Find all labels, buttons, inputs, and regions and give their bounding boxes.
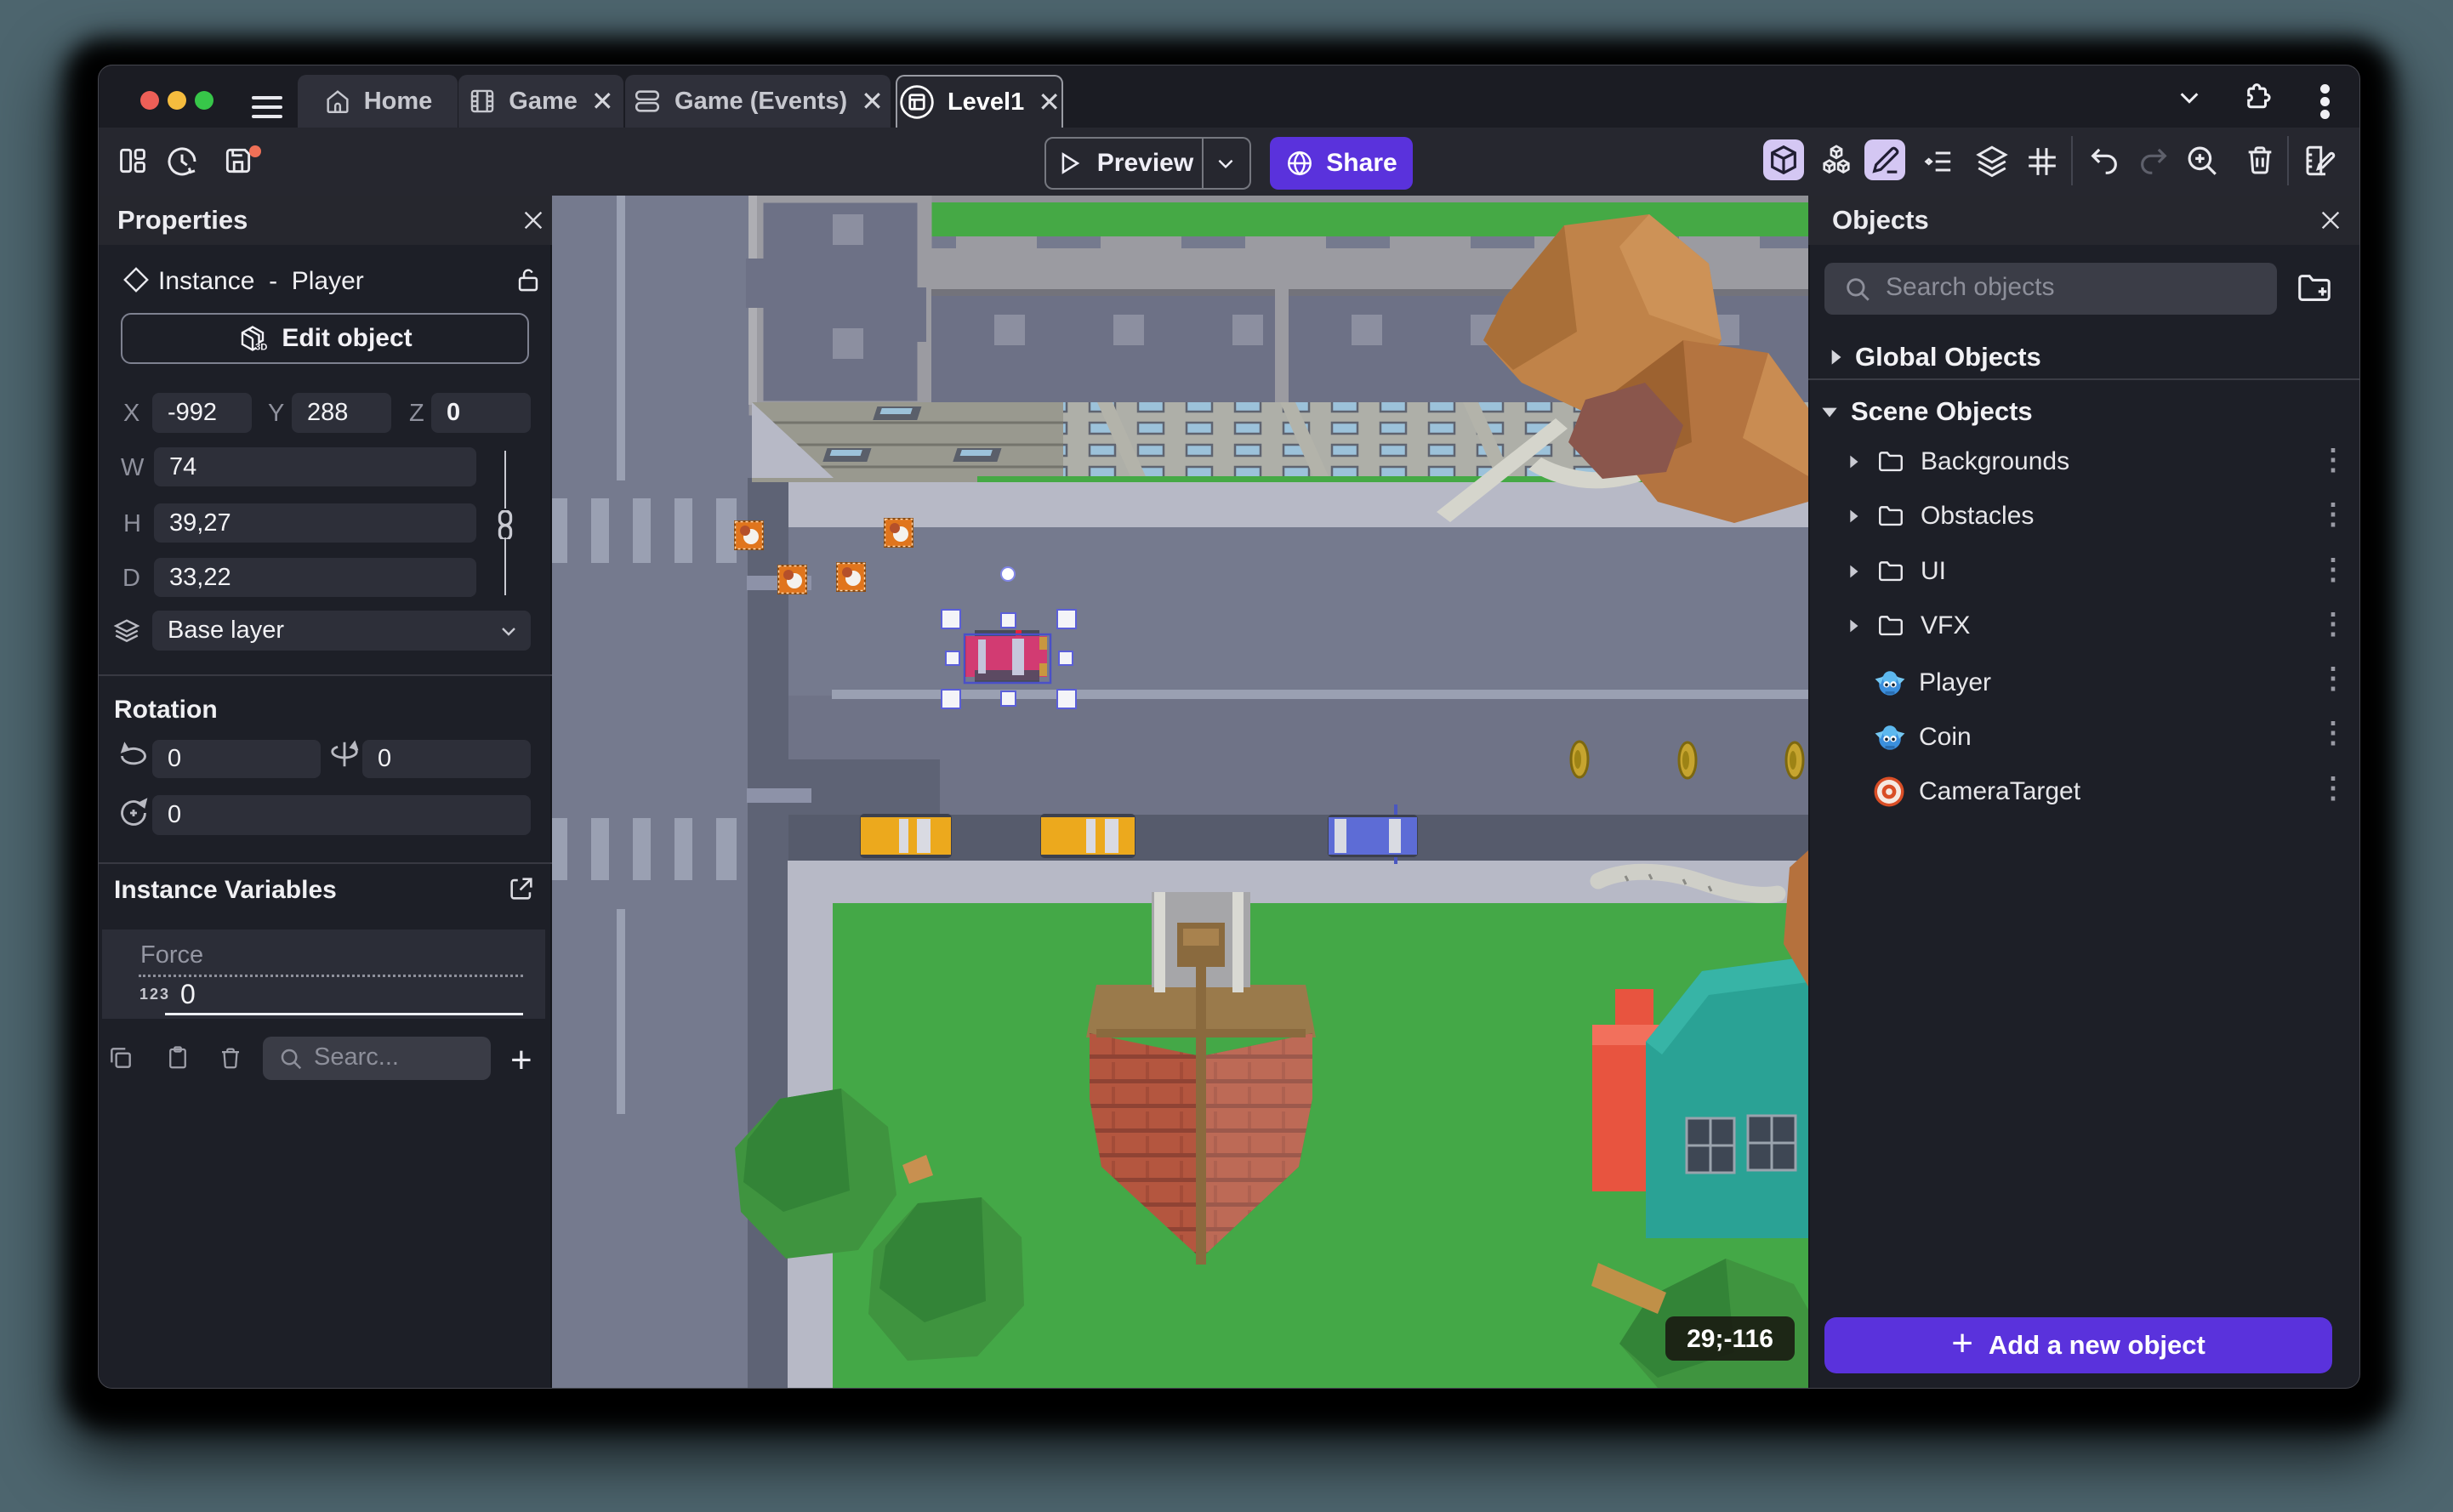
svg-text:29;-116: 29;-116 [1687, 1325, 1773, 1353]
svg-text:3D: 3D [255, 343, 267, 353]
